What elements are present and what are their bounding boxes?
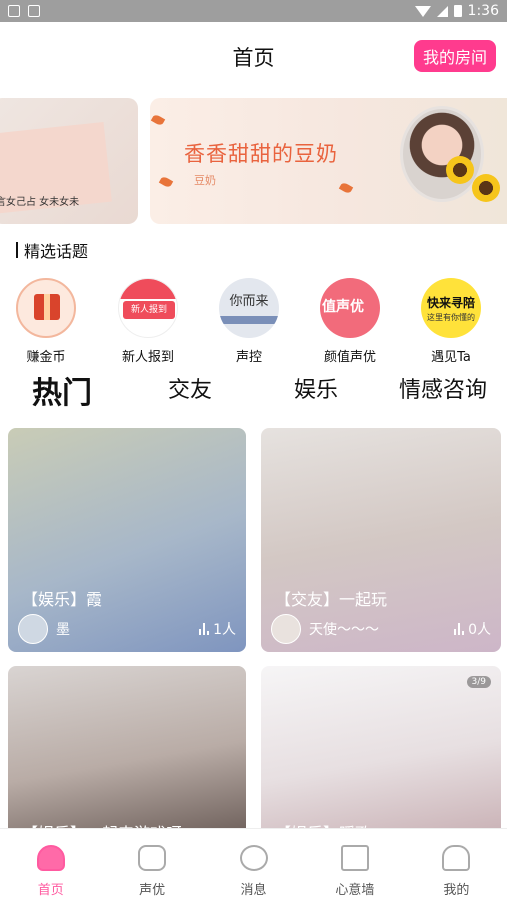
inbox-icon (340, 845, 369, 871)
category-tabs: 热门 交友 娱乐 情感咨询 (0, 372, 507, 412)
room-count: 1人 (199, 619, 236, 639)
listener-count: 0人 (468, 622, 491, 638)
notification-icon (8, 5, 20, 17)
maple-leaf-icon (158, 175, 174, 189)
topic-label: 颜值声优 (323, 350, 376, 365)
topic-item-meet[interactable]: 快来寻陪 这里有你懂的 遇见Ta (416, 278, 486, 365)
gift-icon (16, 278, 76, 338)
bottom-navigation: 首页 声优 消息 心意墙 我的 (0, 828, 507, 900)
sunflower-image (446, 156, 474, 184)
room-count: 0人 (454, 619, 491, 639)
topic-item-coins[interactable]: 赚金币 (11, 278, 81, 365)
topic-label: 赚金币 (26, 350, 66, 365)
tab-friends[interactable]: 交友 (168, 372, 212, 404)
room-footer: 天使～～～ 0人 (271, 614, 491, 644)
meet-icon: 快来寻陪 这里有你懂的 (421, 278, 481, 338)
room-image-badge: 3/9 (466, 676, 491, 688)
banner-left-caption: 言女己占 女未女未 (0, 197, 80, 208)
host-nickname: 天使～～～ (309, 622, 379, 638)
maple-leaf-icon (150, 113, 166, 127)
topic-label: 新人报到 (121, 350, 174, 365)
room-footer: 墨 1人 (18, 614, 236, 644)
avatar (271, 614, 301, 644)
room-cover-image (8, 666, 246, 836)
section-title-text: 精选话题 (24, 242, 89, 261)
maple-leaf-icon (338, 181, 354, 195)
topic-circle-subtext: 这里有你懂的 (427, 313, 475, 322)
nav-home[interactable]: 首页 (0, 829, 101, 900)
tab-hot[interactable]: 热门 (32, 368, 92, 412)
topic-label: 遇见Ta (431, 350, 471, 365)
audio-level-icon (199, 623, 210, 635)
nav-messages[interactable]: 消息 (203, 829, 304, 900)
featured-topics-heading: 精选话题 (16, 238, 88, 262)
nav-label: 首页 (37, 883, 64, 898)
topic-circle-text: 值声优 (322, 299, 364, 315)
banner-subtitle: 豆奶 (194, 174, 216, 187)
battery-icon (453, 5, 462, 17)
room-card[interactable]: 【娱乐】霞 墨 1人 (8, 428, 246, 652)
avatar (18, 614, 48, 644)
voice-actor-icon: 值声优 (320, 278, 380, 338)
sunflower-image (472, 174, 500, 202)
topic-item-voice-actor[interactable]: 值声优 颜值声优 (315, 278, 385, 365)
topic-circle-text: 快来寻陪 (426, 296, 475, 310)
nav-label: 声优 (139, 883, 166, 898)
room-card[interactable]: 3/9 【娱乐】暖歌 (261, 666, 501, 836)
compass-icon (239, 845, 268, 871)
banner-slide-previous[interactable]: 言女己占 女未女未 (0, 98, 138, 224)
room-title: 【交友】一起玩 (275, 590, 388, 609)
room-card[interactable]: 【娱乐】一起来游戏呀 (8, 666, 246, 836)
nav-voice-actors[interactable]: 声优 (101, 829, 202, 900)
banner-headline: 香香甜甜的豆奶 (184, 142, 338, 166)
room-cover-image (261, 666, 501, 836)
tab-emotional-counseling[interactable]: 情感咨询 (399, 372, 487, 404)
my-room-button[interactable]: 我的房间 (414, 40, 496, 72)
nav-label: 心意墙 (335, 883, 375, 898)
tab-entertainment[interactable]: 娱乐 (294, 372, 338, 404)
topic-item-newcomer[interactable]: 新人报到 新人报到 (113, 278, 183, 365)
chat-bubbles-icon (138, 845, 167, 871)
topic-circle-text: 你而来 (229, 294, 269, 309)
nav-wish-wall[interactable]: 心意墙 (304, 829, 405, 900)
image-notification-icon (28, 5, 40, 17)
nav-label: 消息 (240, 883, 267, 898)
new-user-icon: 新人报到 (118, 278, 178, 338)
topic-list: 赚金币 新人报到 新人报到 你而来 声控 值声优 颜值声优 快来寻陪 这里有你懂… (0, 278, 507, 366)
voice-control-icon: 你而来 (219, 278, 279, 338)
listener-count: 1人 (213, 622, 236, 638)
topic-circle-text: 新人报到 (123, 301, 175, 319)
app-header: 首页 我的房间 (0, 34, 507, 78)
topic-item-voice-control[interactable]: 你而来 声控 (214, 278, 284, 365)
heading-bar (16, 242, 18, 258)
nav-profile[interactable]: 我的 (406, 829, 507, 900)
banner-slide-current[interactable]: 香香甜甜的豆奶 豆奶 (150, 98, 507, 224)
banner-carousel[interactable]: 言女己占 女未女未 香香甜甜的豆奶 豆奶 (0, 98, 507, 226)
user-icon (442, 845, 471, 871)
status-time: 1:36 (467, 3, 499, 19)
host-nickname: 墨 (56, 622, 70, 638)
room-card[interactable]: 【交友】一起玩 天使～～～ 0人 (261, 428, 501, 652)
signal-icon (436, 5, 448, 17)
room-title: 【娱乐】霞 (22, 590, 103, 609)
audio-level-icon (454, 623, 465, 635)
topic-label: 声控 (235, 350, 262, 365)
nav-label: 我的 (443, 883, 470, 898)
home-icon (36, 845, 65, 871)
status-bar: 1:36 (0, 0, 507, 22)
wifi-icon (414, 5, 431, 17)
